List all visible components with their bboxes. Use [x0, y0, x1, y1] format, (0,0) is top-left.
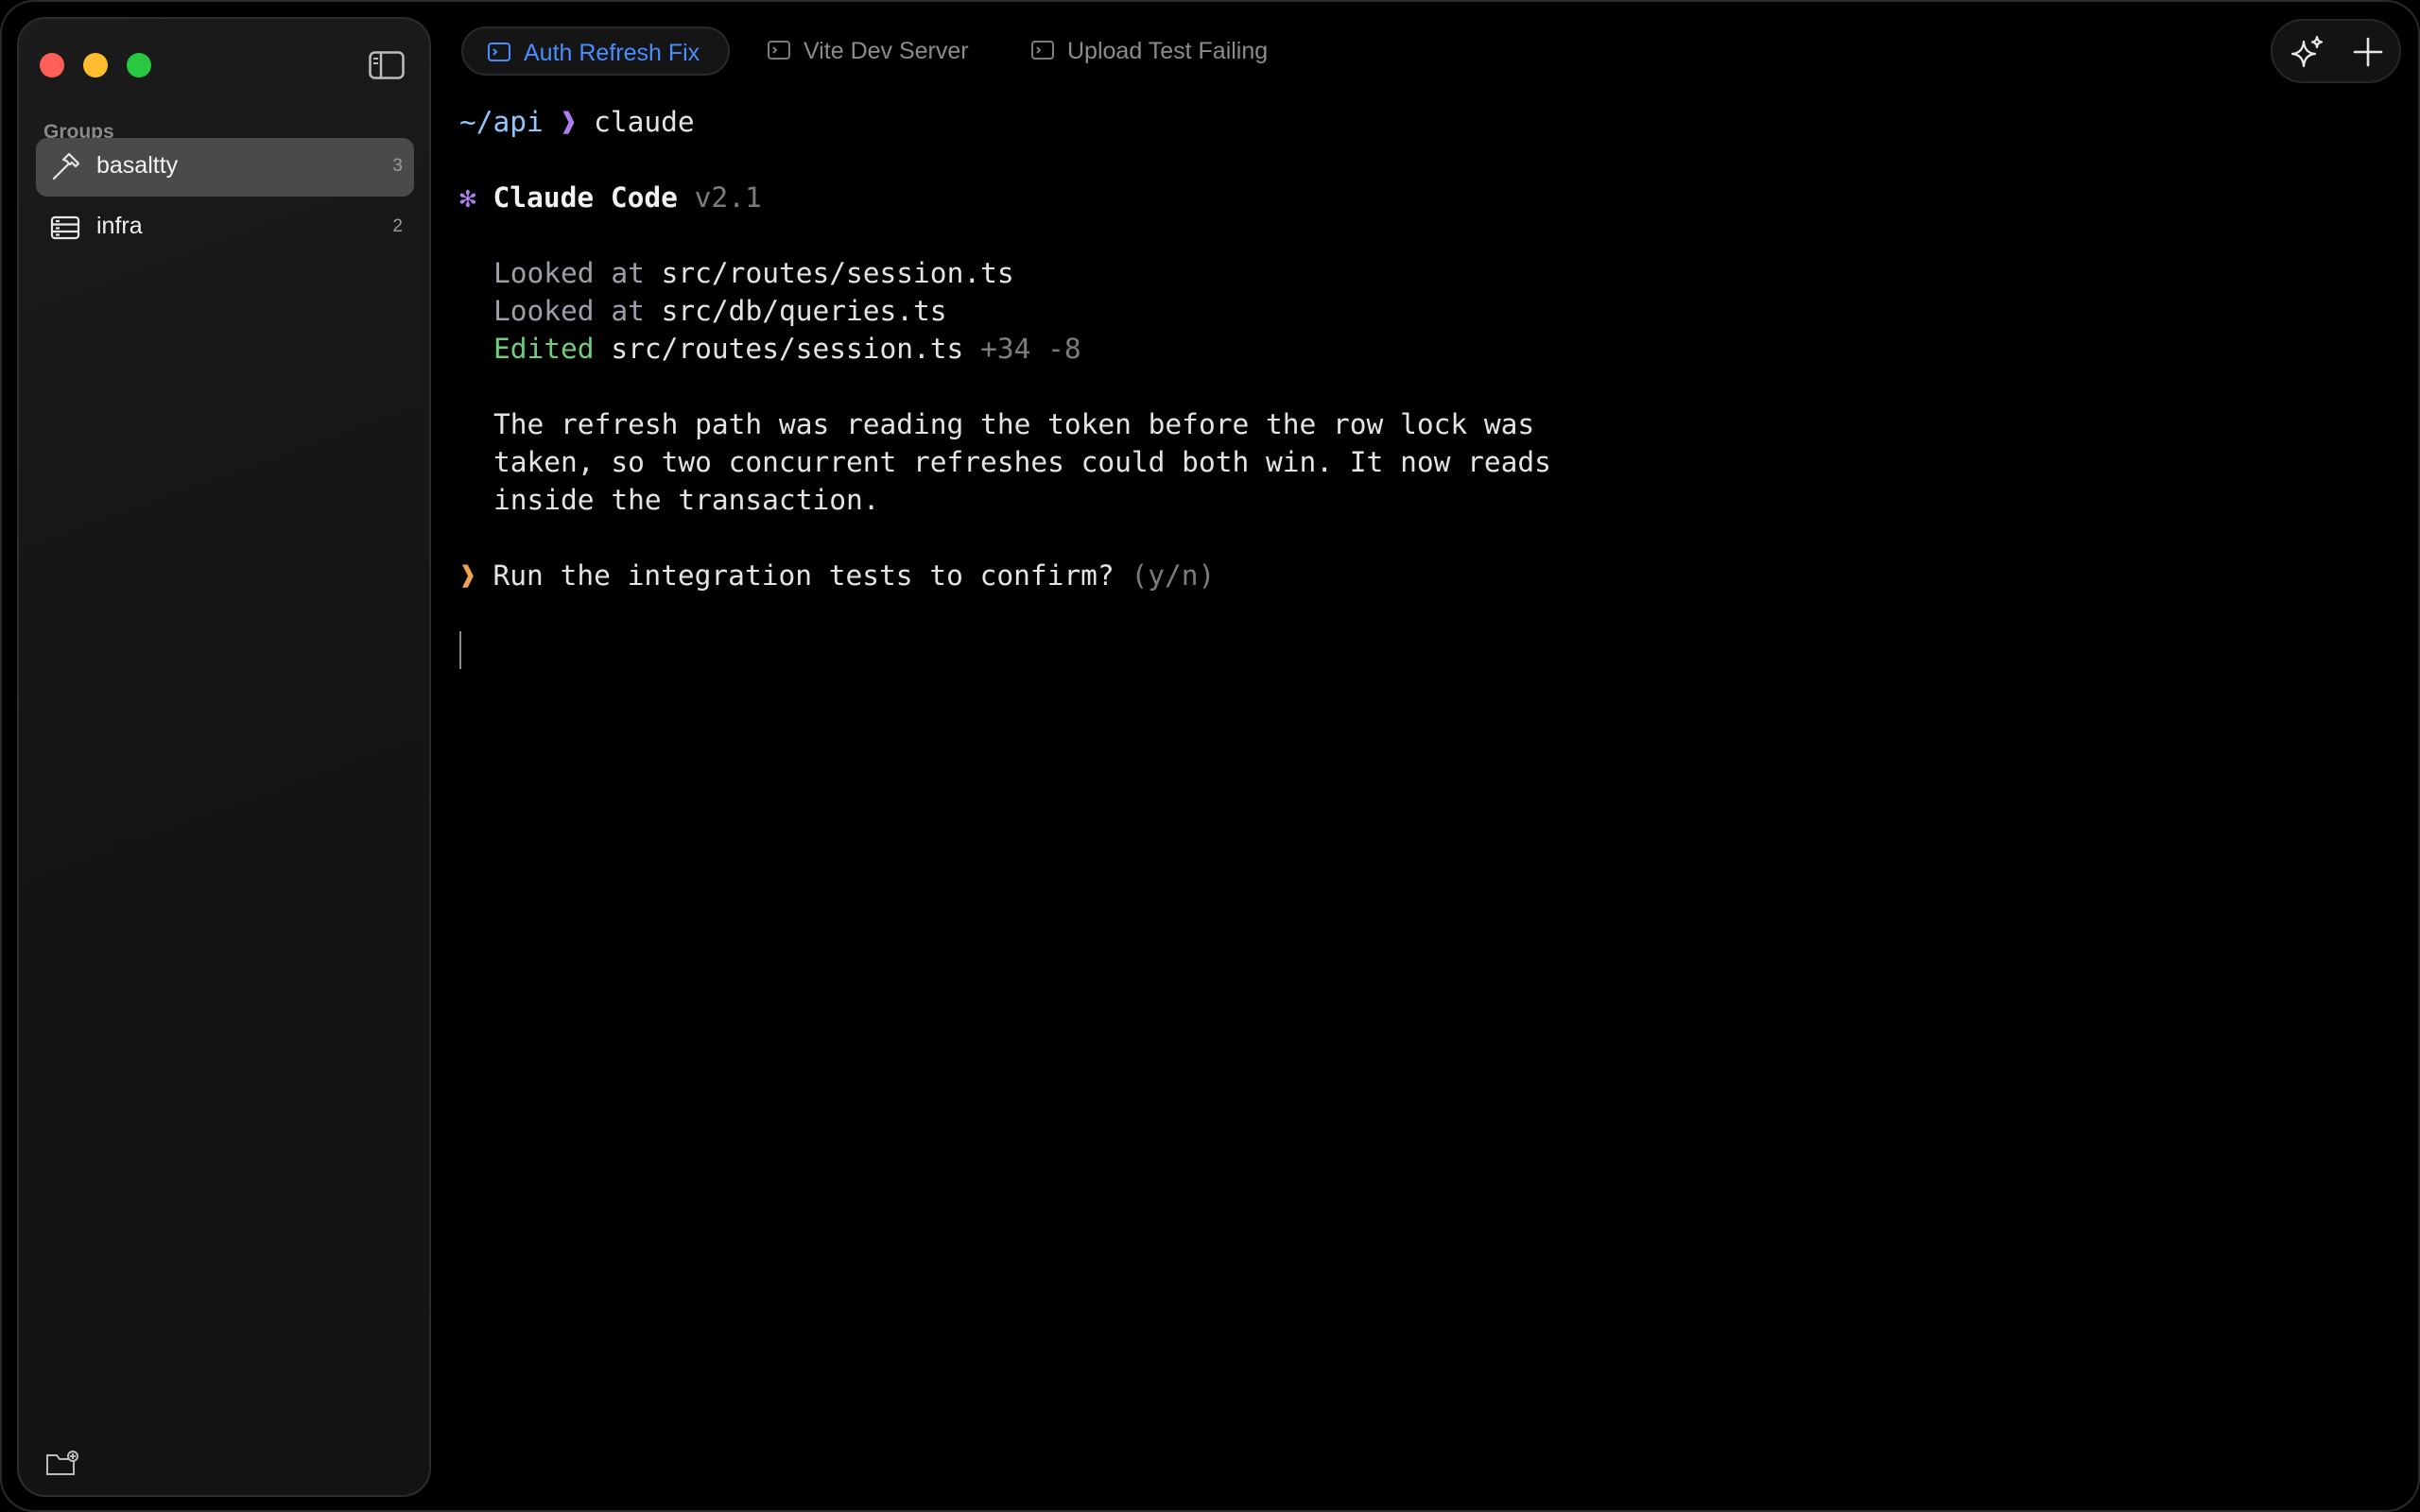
- group-name: infra: [96, 213, 143, 239]
- action-line: Edited src/routes/session.ts +34 -8: [493, 333, 1081, 370]
- action-file: src/db/queries.ts: [661, 295, 947, 327]
- question-text: Run the integration tests to confirm?: [493, 559, 1115, 592]
- app-name: Claude Code: [493, 181, 678, 214]
- question-hint: (y/n): [1131, 559, 1216, 592]
- close-window-button[interactable]: [40, 53, 64, 77]
- action-file: src/routes/session.ts: [611, 333, 964, 365]
- action-prep: at: [611, 295, 645, 327]
- shell-prompt-line: ~/api ❱ claude: [459, 106, 695, 144]
- terminal-icon: [488, 43, 510, 61]
- question-line: ❱ Run the integration tests to confirm? …: [459, 559, 1215, 597]
- server-icon: [50, 215, 80, 240]
- group-count: 2: [392, 216, 403, 236]
- action-line: Looked at src/routes/session.ts: [493, 257, 1014, 295]
- app-header-line: ✻ Claude Code v2.1: [459, 181, 762, 219]
- prompt-path: ~/api: [459, 106, 544, 138]
- tab-label: Auth Refresh Fix: [524, 40, 700, 66]
- minimize-window-button[interactable]: [83, 53, 108, 77]
- action-prep: at: [611, 257, 645, 289]
- new-folder-icon[interactable]: [45, 1450, 79, 1478]
- tab-upload-test-failing[interactable]: Upload Test Failing: [1007, 26, 1290, 76]
- terminal-icon: [768, 41, 790, 60]
- hammer-icon: [52, 152, 80, 180]
- plus-icon[interactable]: [2350, 34, 2386, 70]
- action-file: src/routes/session.ts: [661, 257, 1014, 289]
- group-count: 3: [392, 156, 403, 176]
- question-symbol: ❱: [459, 559, 476, 592]
- action-verb: Edited: [493, 333, 595, 365]
- sparkles-icon[interactable]: [2290, 34, 2325, 70]
- action-verb: Looked: [493, 295, 595, 327]
- command-text: claude: [594, 106, 695, 138]
- action-line: Looked at src/db/queries.ts: [493, 295, 947, 333]
- prompt-symbol: ❱: [560, 106, 578, 138]
- toolbar-actions: [2271, 19, 2401, 83]
- group-name: basaltty: [96, 152, 179, 179]
- terminal-output[interactable]: ~/api ❱ claude ✻ Claude Code v2.1 Looked…: [459, 102, 2388, 1482]
- tab-label: Upload Test Failing: [1067, 38, 1269, 64]
- tab-vite-dev-server[interactable]: Vite Dev Server: [743, 26, 989, 76]
- group-item-infra[interactable]: infra 2: [36, 198, 414, 257]
- action-verb: Looked: [493, 257, 595, 289]
- app-version: v2.1: [694, 181, 762, 214]
- tab-label: Vite Dev Server: [804, 38, 969, 64]
- message-line: inside the transaction.: [493, 484, 880, 516]
- zoom-window-button[interactable]: [127, 53, 151, 77]
- text-cursor: [459, 631, 461, 669]
- message-line: The refresh path was reading the token b…: [493, 408, 1535, 440]
- star-icon: ✻: [459, 181, 476, 214]
- sidebar-toggle-icon[interactable]: [369, 51, 405, 79]
- diff-stat: +34 -8: [980, 333, 1081, 365]
- group-item-basaltty[interactable]: basaltty 3: [36, 138, 414, 197]
- message-line: taken, so two concurrent refreshes could…: [493, 446, 1551, 478]
- sidebar: Groups basaltty 3 infra 2: [17, 17, 431, 1497]
- app-window: Groups basaltty 3 infra 2 Auth Refresh F…: [0, 0, 2420, 1512]
- terminal-icon: [1031, 41, 1054, 60]
- tab-auth-refresh-fix[interactable]: Auth Refresh Fix: [461, 26, 730, 76]
